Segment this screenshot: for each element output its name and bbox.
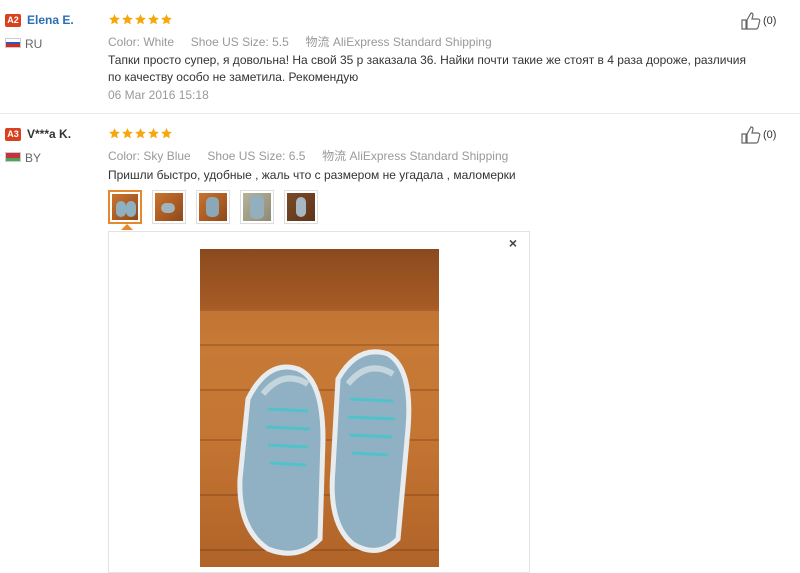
shipping-value: AliExpress Standard Shipping bbox=[349, 149, 509, 163]
country-flag-icon bbox=[5, 38, 21, 48]
close-icon[interactable]: × bbox=[506, 236, 520, 250]
star-rating bbox=[108, 127, 173, 141]
photo-preview: × bbox=[108, 231, 530, 573]
review-photo[interactable] bbox=[200, 249, 439, 567]
star-icon bbox=[108, 13, 121, 26]
color-value: White bbox=[143, 35, 175, 49]
review-item: A3 V***a K. BY Color: Sky Blue Shoe US S… bbox=[0, 114, 800, 573]
photo-thumbnail[interactable] bbox=[196, 190, 230, 224]
star-icon bbox=[147, 127, 160, 140]
shipping-label: 物流 bbox=[305, 35, 330, 49]
shipping-label: 物流 bbox=[322, 149, 347, 163]
review-text: Тапки просто супер, я довольна! На свой … bbox=[108, 53, 746, 84]
photo-thumbnail[interactable] bbox=[152, 190, 186, 224]
review-date: 06 Mar 2016 15:18 bbox=[108, 88, 209, 102]
star-icon bbox=[160, 13, 173, 26]
color-label: Color: bbox=[108, 35, 141, 49]
thumbs-up-icon[interactable] bbox=[741, 126, 761, 144]
thumbs-up-icon[interactable] bbox=[741, 12, 761, 30]
size-label: Shoe US Size: bbox=[207, 149, 286, 163]
order-attributes: Color: White Shoe US Size: 5.5 物流 AliExp… bbox=[108, 33, 492, 50]
user-level-badge: A3 bbox=[5, 128, 21, 141]
color-value: Sky Blue bbox=[143, 149, 191, 163]
star-rating bbox=[108, 13, 173, 27]
star-icon bbox=[134, 13, 147, 26]
star-icon bbox=[121, 13, 134, 26]
reviewer-name[interactable]: V***a K. bbox=[27, 127, 71, 141]
photo-thumbnails bbox=[108, 190, 328, 224]
reviewer-name[interactable]: Elena E. bbox=[27, 13, 74, 27]
helpful-button[interactable]: (0) bbox=[741, 12, 776, 30]
active-thumbnail-indicator bbox=[121, 224, 133, 230]
helpful-button[interactable]: (0) bbox=[741, 126, 776, 144]
order-attributes: Color: Sky Blue Shoe US Size: 6.5 物流 Ali… bbox=[108, 147, 508, 164]
star-icon bbox=[160, 127, 173, 140]
photo-thumbnail[interactable] bbox=[284, 190, 318, 224]
photo-thumbnail[interactable] bbox=[240, 190, 274, 224]
size-value: 6.5 bbox=[288, 149, 306, 163]
star-icon bbox=[147, 13, 160, 26]
star-icon bbox=[121, 127, 134, 140]
user-level-badge: A2 bbox=[5, 14, 21, 27]
photo-thumbnail[interactable] bbox=[108, 190, 142, 224]
reviewer-country: BY bbox=[25, 151, 42, 165]
review-text: Пришли быстро, удобные , жаль что с разм… bbox=[108, 168, 516, 182]
country-flag-icon bbox=[5, 152, 21, 162]
size-label: Shoe US Size: bbox=[190, 35, 269, 49]
helpful-count: (0) bbox=[763, 15, 777, 27]
shoe-image bbox=[228, 339, 418, 564]
star-icon bbox=[134, 127, 147, 140]
reviewer-country: RU bbox=[25, 37, 43, 51]
shipping-value: AliExpress Standard Shipping bbox=[332, 35, 492, 49]
star-icon bbox=[108, 127, 121, 140]
color-label: Color: bbox=[108, 149, 141, 163]
helpful-count: (0) bbox=[763, 129, 777, 141]
size-value: 5.5 bbox=[272, 35, 289, 49]
review-item: A2 Elena E. RU Color: White Shoe US Size… bbox=[0, 0, 800, 114]
